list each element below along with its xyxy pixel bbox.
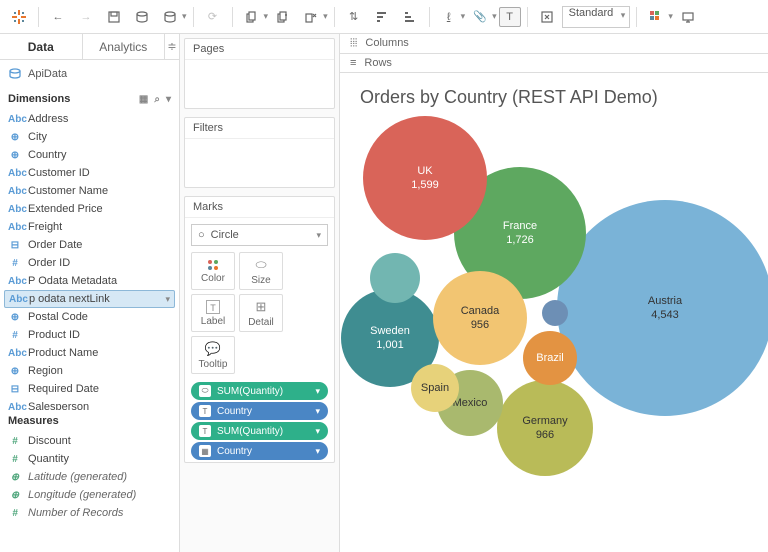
bubble-austria[interactable]: Austria4,543 <box>557 200 768 416</box>
color-icon <box>207 259 219 271</box>
field-postal-code[interactable]: ⊕Postal Code <box>0 308 179 326</box>
viz-title[interactable]: Orders by Country (REST API Demo) <box>360 87 748 108</box>
dimension-list: AbcAddress⊕City⊕CountryAbcCustomer IDAbc… <box>0 110 179 410</box>
field-region[interactable]: ⊕Region <box>0 362 179 380</box>
highlight-icon[interactable]: ℓ <box>436 4 462 30</box>
pages-card[interactable]: Pages <box>184 38 335 109</box>
clear-icon[interactable] <box>298 4 324 30</box>
fit-icon[interactable] <box>534 4 560 30</box>
label-icon: T <box>206 300 220 314</box>
data-pane: Data Analytics ≑ ApiData Dimensions ▦ ⌕ … <box>0 34 180 552</box>
search-icon[interactable]: ⌕ <box>154 94 160 105</box>
field-freight[interactable]: AbcFreight <box>0 218 179 236</box>
logo-icon[interactable] <box>6 4 32 30</box>
field-order-id[interactable]: #Order ID <box>0 254 179 272</box>
field-discount[interactable]: #Discount <box>0 432 179 450</box>
field-p-odata-metadata[interactable]: AbcP Odata Metadata <box>0 272 179 290</box>
presentation-icon[interactable] <box>675 4 701 30</box>
datasource-name: ApiData <box>28 68 67 80</box>
viz-pane: ⦙⦙⦙ Columns ≡ Rows Orders by Country (RE… <box>340 34 768 552</box>
toolbar: ← → ▾ ⟳ ▾ ▾ ⇅ ℓ ▾ 📎 ▾ T Standard ▾ <box>0 0 768 34</box>
rows-icon: ≡ <box>350 57 356 69</box>
new-worksheet-icon[interactable] <box>239 4 265 30</box>
pill-country[interactable]: TCountry▾ <box>191 402 328 420</box>
bubble-unnamed[interactable] <box>370 253 420 303</box>
refresh-icon[interactable]: ⟳ <box>200 4 226 30</box>
pane-handle-icon[interactable]: ≑ <box>165 34 179 59</box>
size-icon: ⬭ <box>255 257 266 273</box>
bubble-canada[interactable]: Canada956 <box>433 271 527 365</box>
detail-icon: ⊞ <box>256 299 267 315</box>
save-icon[interactable] <box>101 4 127 30</box>
field-p-odata-nextlink[interactable]: Abcp odata nextLink▾ <box>4 290 175 308</box>
bubble-germany[interactable]: Germany966 <box>497 380 593 476</box>
filters-card[interactable]: Filters <box>184 117 335 188</box>
tooltip-icon: 💬 <box>205 341 221 357</box>
group-icon[interactable]: 📎 <box>467 4 493 30</box>
size-button[interactable]: ⬭Size <box>239 252 283 290</box>
datasource-row[interactable]: ApiData <box>0 60 179 88</box>
marks-card: Marks ○ Circle Color ⬭Size TLabel ⊞Detai… <box>184 196 335 463</box>
bubble-brazil[interactable]: Brazil <box>523 331 577 385</box>
detail-button[interactable]: ⊞Detail <box>239 294 283 332</box>
bubble-chart[interactable]: Austria4,543France1,726UK1,599Sweden1,00… <box>360 118 748 538</box>
tab-analytics[interactable]: Analytics <box>83 34 166 59</box>
field-product-id[interactable]: #Product ID <box>0 326 179 344</box>
field-required-date[interactable]: ⊟Required Date <box>0 380 179 398</box>
columns-icon: ⦙⦙⦙ <box>350 37 357 50</box>
new-datasource-icon[interactable] <box>129 4 155 30</box>
measures-header: Measures <box>8 415 59 427</box>
menu-icon[interactable]: ▾ <box>166 94 171 105</box>
datasource-icon <box>8 67 22 81</box>
back-icon[interactable]: ← <box>45 4 71 30</box>
rows-shelf[interactable]: ≡ Rows <box>340 54 768 74</box>
show-me-icon[interactable] <box>643 4 669 30</box>
field-quantity[interactable]: #Quantity <box>0 450 179 468</box>
circle-icon: ○ <box>198 229 205 241</box>
pill-sum-quantity-[interactable]: TSUM(Quantity)▾ <box>191 422 328 440</box>
pill-sum-quantity-[interactable]: ⬭SUM(Quantity)▾ <box>191 382 328 400</box>
fit-select[interactable]: Standard <box>562 6 631 28</box>
view-icon[interactable]: ▦ <box>139 94 148 105</box>
field-customer-id[interactable]: AbcCustomer ID <box>0 164 179 182</box>
field-customer-name[interactable]: AbcCustomer Name <box>0 182 179 200</box>
sort-desc-icon[interactable] <box>397 4 423 30</box>
bubble-spain[interactable]: Spain <box>411 364 459 412</box>
bubble-uk[interactable]: UK1,599 <box>363 116 487 240</box>
duplicate-icon[interactable] <box>270 4 296 30</box>
tooltip-button[interactable]: 💬Tooltip <box>191 336 235 374</box>
field-address[interactable]: AbcAddress <box>0 110 179 128</box>
field-longitude-generated-[interactable]: ⊕Longitude (generated) <box>0 486 179 504</box>
field-country[interactable]: ⊕Country <box>0 146 179 164</box>
field-extended-price[interactable]: AbcExtended Price <box>0 200 179 218</box>
field-order-date[interactable]: ⊟Order Date <box>0 236 179 254</box>
new-sheet-icon[interactable] <box>157 4 183 30</box>
pill-country[interactable]: ▦Country▾ <box>191 442 328 460</box>
label-button[interactable]: TLabel <box>191 294 235 332</box>
field-number-of-records[interactable]: #Number of Records <box>0 504 179 522</box>
field-product-name[interactable]: AbcProduct Name <box>0 344 179 362</box>
tab-data[interactable]: Data <box>0 34 83 59</box>
color-button[interactable]: Color <box>191 252 235 290</box>
field-salesperson[interactable]: AbcSalesperson <box>0 398 179 410</box>
dimensions-header: Dimensions <box>8 93 70 105</box>
field-latitude-generated-[interactable]: ⊕Latitude (generated) <box>0 468 179 486</box>
bubble-unnamed[interactable] <box>542 300 568 326</box>
field-city[interactable]: ⊕City <box>0 128 179 146</box>
label-icon[interactable]: T <box>499 7 521 27</box>
swap-icon[interactable]: ⇅ <box>341 4 367 30</box>
marks-type-select[interactable]: ○ Circle <box>191 224 328 246</box>
cards-pane: Pages Filters Marks ○ Circle Color ⬭Size… <box>180 34 340 552</box>
sort-asc-icon[interactable] <box>369 4 395 30</box>
measure-list: #Discount#Quantity⊕Latitude (generated)⊕… <box>0 432 179 522</box>
columns-shelf[interactable]: ⦙⦙⦙ Columns <box>340 34 768 54</box>
forward-icon[interactable]: → <box>73 4 99 30</box>
